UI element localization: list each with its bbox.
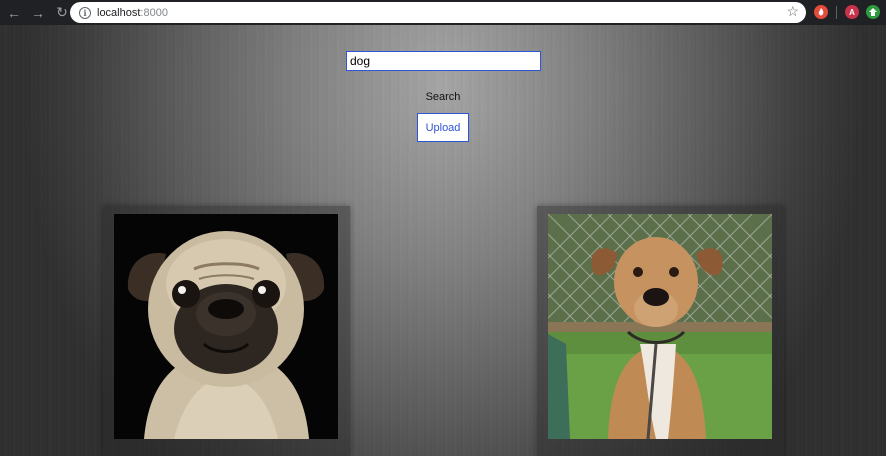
url-text: localhost:8000 — [97, 7, 168, 19]
back-icon[interactable]: ← — [3, 2, 25, 24]
url-port: :8000 — [140, 6, 168, 19]
profile-avatar-icon[interactable]: A — [845, 5, 859, 19]
address-bar[interactable]: i localhost:8000 ☆ — [70, 2, 806, 23]
avatar-letter: A — [849, 7, 855, 17]
page-background: Search Upload — [0, 25, 886, 456]
url-host: localhost — [97, 6, 141, 19]
browser-toolbar: ← → ↻ i localhost:8000 ☆ A — [0, 0, 886, 25]
image-card[interactable] — [537, 206, 784, 456]
extension-icon[interactable] — [866, 5, 880, 19]
upload-button[interactable]: Upload — [417, 113, 469, 142]
search-input[interactable] — [346, 51, 541, 71]
dog-photo-brown[interactable] — [548, 214, 772, 439]
star-icon[interactable]: ☆ — [786, 3, 799, 20]
toolbar-divider — [836, 6, 837, 19]
dog-photo-pug[interactable] — [114, 214, 338, 439]
info-icon[interactable]: i — [79, 6, 91, 19]
image-card[interactable] — [103, 206, 350, 456]
extension-icon[interactable] — [814, 5, 828, 19]
forward-icon[interactable]: → — [27, 2, 49, 24]
search-label: Search — [425, 91, 461, 103]
